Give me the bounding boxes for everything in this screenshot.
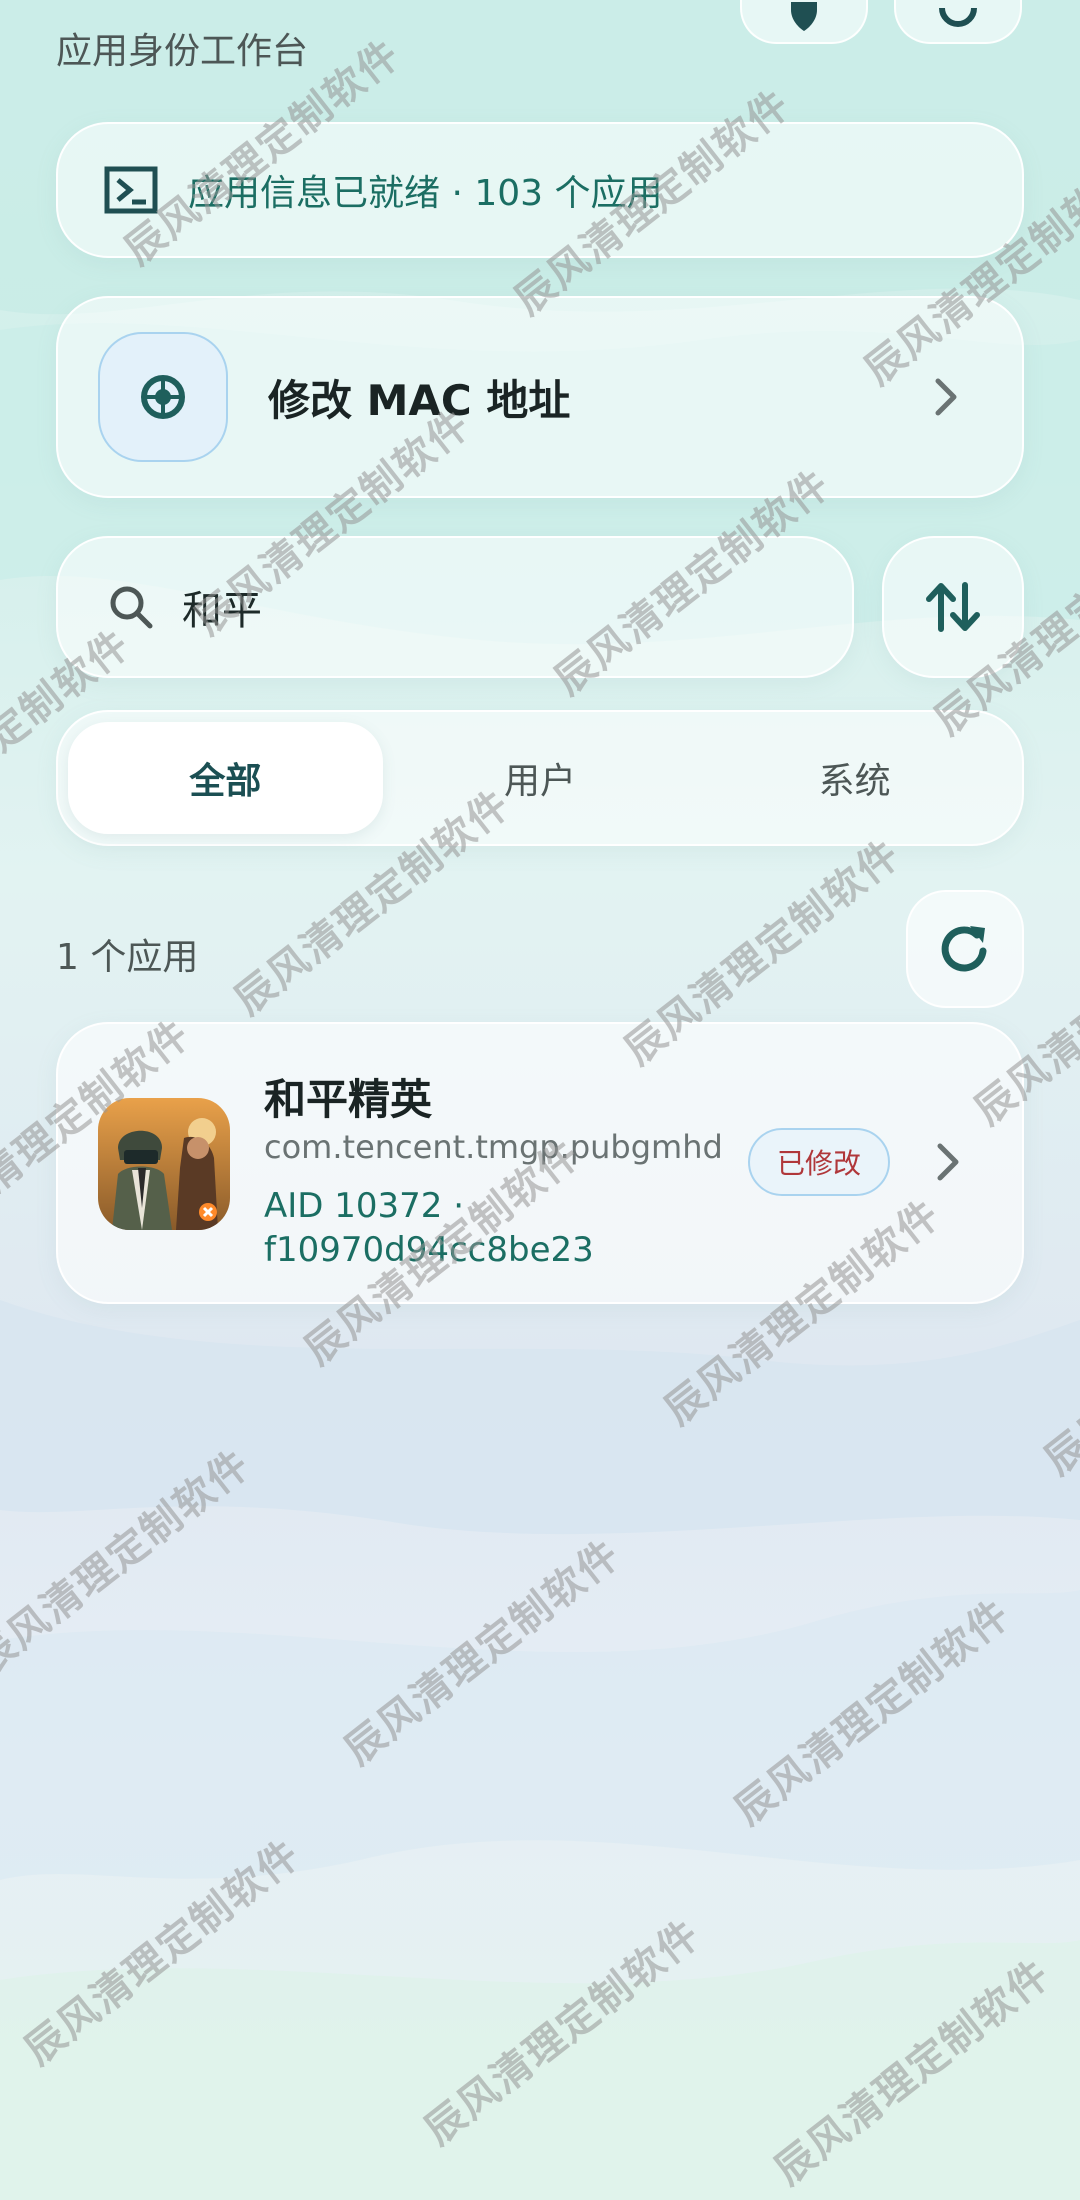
- terminal-icon: [104, 166, 158, 214]
- chevron-right-icon: [937, 1143, 959, 1181]
- tab-all[interactable]: 全部: [68, 722, 383, 834]
- filter-tabs: 全部 用户 系统: [56, 710, 1024, 846]
- app-count: 1 个应用: [56, 937, 199, 978]
- circle-icon: [939, 8, 977, 27]
- mac-icon-box: [98, 332, 228, 462]
- app-aid-line2: f10970d94cc8be23: [264, 1230, 594, 1270]
- app-icon: [98, 1098, 230, 1230]
- modified-badge: 已修改: [748, 1128, 890, 1196]
- tab-system[interactable]: 系统: [697, 722, 1012, 834]
- mac-label: 修改 MAC 地址: [268, 375, 571, 425]
- refresh-button[interactable]: [906, 890, 1024, 1008]
- shield-icon: [791, 2, 817, 31]
- compass-icon: [141, 375, 185, 419]
- status-text: 应用信息已就绪 · 103 个应用: [188, 173, 663, 214]
- page-title: 应用身份工作台: [56, 31, 309, 72]
- app-name: 和平精英: [264, 1075, 433, 1124]
- refresh-icon: [941, 926, 987, 972]
- search-icon: [110, 586, 153, 629]
- tab-user[interactable]: 用户: [383, 722, 698, 834]
- sort-button[interactable]: [882, 536, 1024, 678]
- shield-button[interactable]: [740, 0, 868, 44]
- app-list-item[interactable]: 和平精英 com.tencent.tmgp.pubgmhd AID 10372 …: [56, 1022, 1024, 1304]
- settings-button[interactable]: [894, 0, 1022, 44]
- game-icon: [98, 1098, 230, 1230]
- chevron-right-icon: [935, 378, 957, 416]
- app-aid: AID 10372 · f10970d94cc8be23: [264, 1184, 604, 1272]
- status-banner: 应用信息已就绪 · 103 个应用: [56, 122, 1024, 258]
- search-input[interactable]: [182, 584, 782, 630]
- search-box[interactable]: [56, 536, 854, 678]
- app-package: com.tencent.tmgp.pubgmhd: [264, 1128, 723, 1166]
- app-aid-line1: AID 10372 ·: [264, 1186, 465, 1226]
- sort-arrows-icon: [926, 582, 980, 632]
- modify-mac-card[interactable]: 修改 MAC 地址: [56, 296, 1024, 498]
